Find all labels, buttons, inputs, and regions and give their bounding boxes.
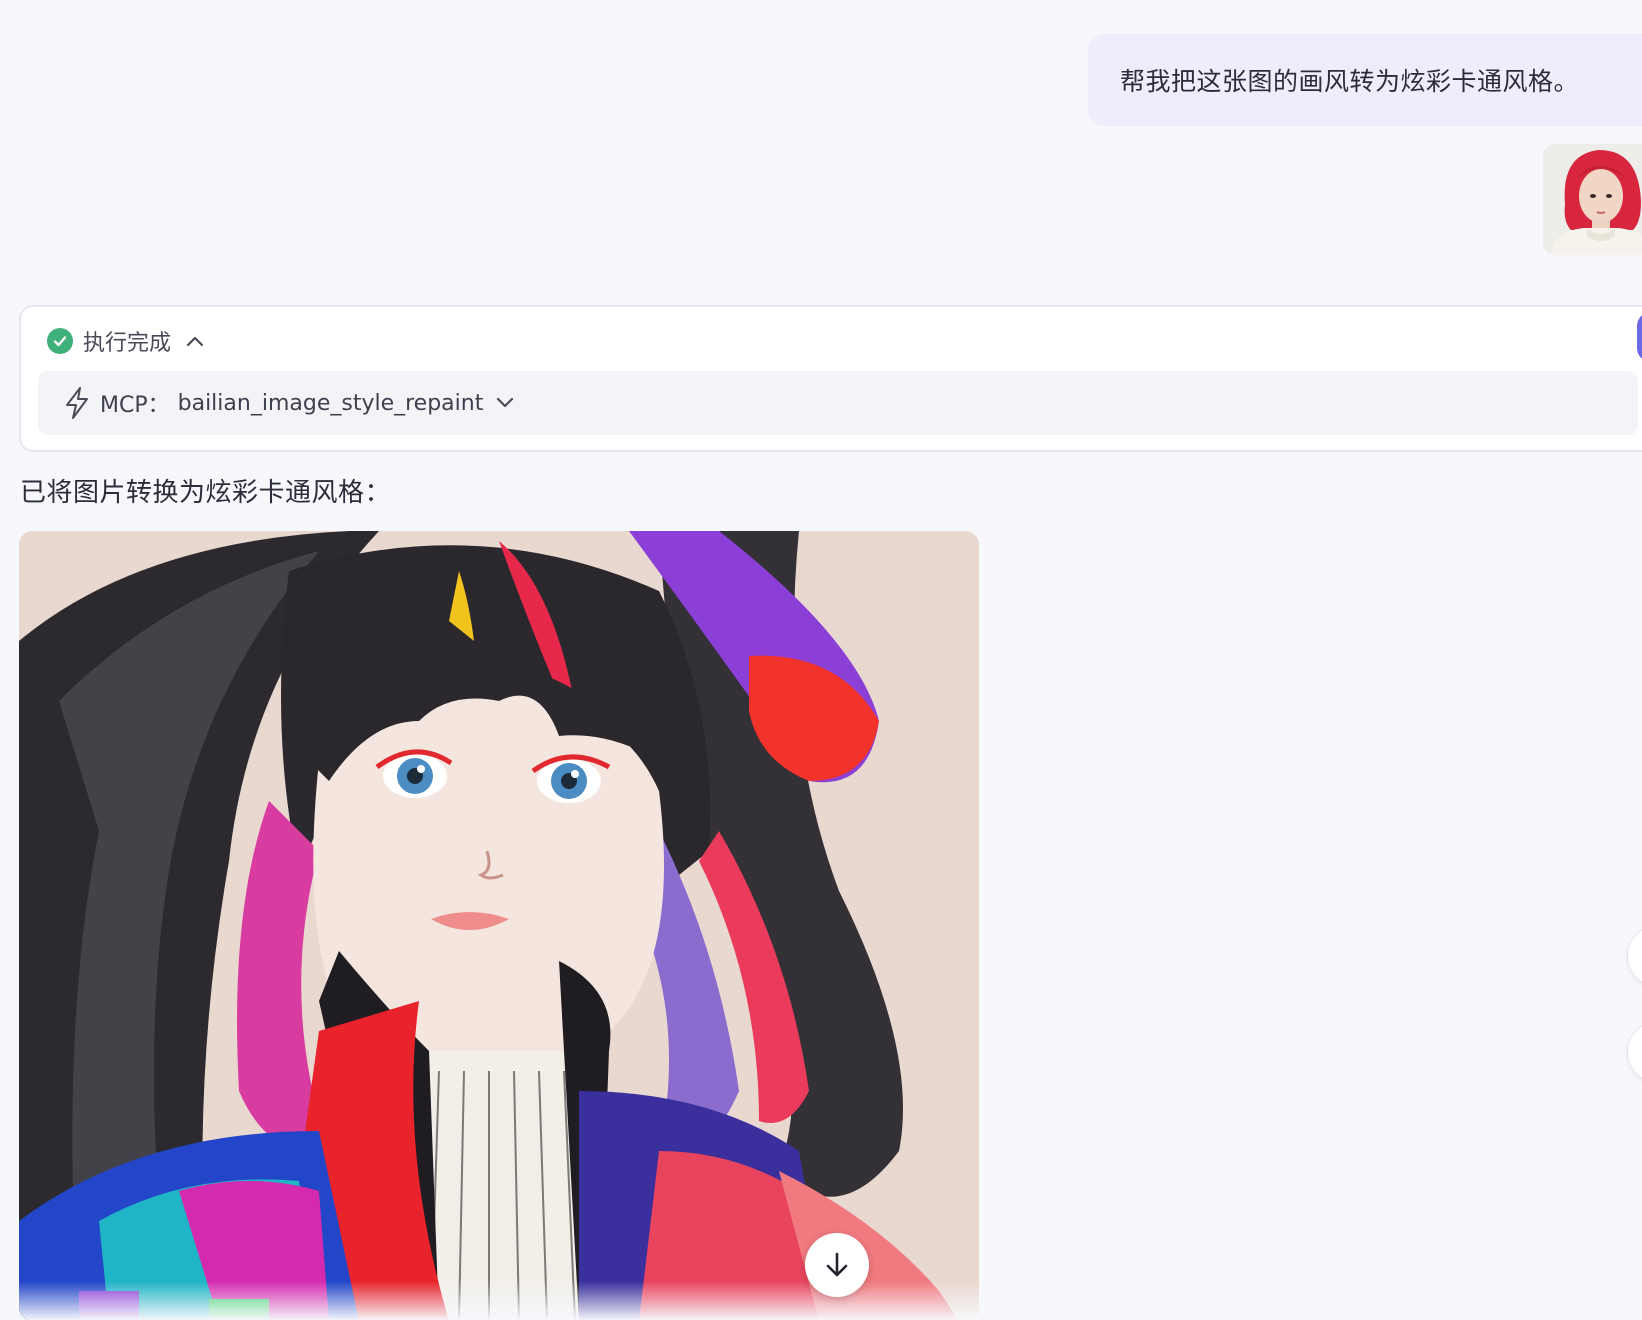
- cartoon-portrait-image: [19, 531, 979, 1320]
- side-action-button-1[interactable]: [1627, 925, 1642, 987]
- execution-status-label: 执行完成: [83, 331, 172, 356]
- lightning-icon: [62, 386, 92, 420]
- mcp-tool-name: bailian_image_style_repaint: [177, 390, 484, 416]
- result-image[interactable]: [19, 531, 979, 1320]
- mcp-tool-row[interactable]: MCP： bailian_image_style_repaint: [38, 371, 1638, 435]
- user-message-bubble: 帮我把这张图的画风转为炫彩卡通风格。: [1088, 34, 1642, 126]
- chevron-down-icon: [495, 396, 515, 410]
- user-image-thumbnail[interactable]: [1543, 144, 1642, 255]
- scroll-to-bottom-button[interactable]: [805, 1233, 869, 1297]
- assistant-reply-text: 已将图片转换为炫彩卡通风格：: [20, 478, 392, 508]
- chevron-up-icon: [185, 334, 205, 348]
- mcp-prefix: MCP：: [100, 393, 170, 418]
- arrow-down-icon: [826, 1252, 848, 1277]
- check-circle-icon: [47, 328, 73, 354]
- user-message-text: 帮我把这张图的画风转为炫彩卡通风格。: [1120, 67, 1580, 96]
- execution-status-toggle[interactable]: 执行完成: [47, 325, 205, 357]
- edge-accent-button[interactable]: [1637, 312, 1642, 362]
- tool-execution-card: 执行完成 MCP： bailian_image_style_repaint: [19, 305, 1642, 452]
- chat-page: 帮我把这张图的画风转为炫彩卡通风格。 执行完成 MCP： bailian_ima…: [0, 0, 1642, 1320]
- portrait-photo-thumbnail: [1543, 144, 1642, 255]
- side-action-button-2[interactable]: [1627, 1021, 1642, 1083]
